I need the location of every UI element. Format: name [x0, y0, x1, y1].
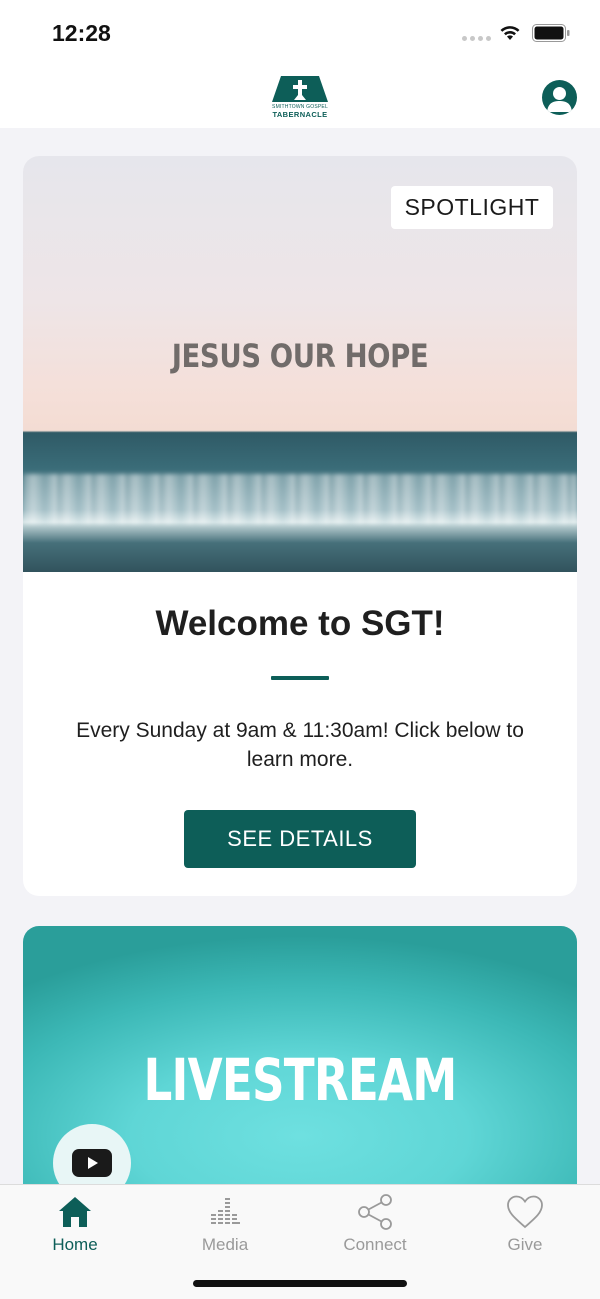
spotlight-image: JESUS OUR HOPE SPOTLIGHT [23, 156, 577, 572]
spotlight-description: Every Sunday at 9am & 11:30am! Click bel… [76, 719, 524, 771]
home-icon [57, 1193, 93, 1231]
ocean-waves [23, 474, 577, 524]
see-details-button[interactable]: SEE DETAILS [184, 810, 416, 868]
spotlight-image-headline: JESUS OUR HOPE [171, 337, 429, 375]
heart-icon [506, 1193, 544, 1231]
share-icon [356, 1193, 394, 1231]
tab-home[interactable]: Home [0, 1185, 150, 1265]
tabernacle-logo-icon [272, 76, 328, 102]
logo-line-2: TABERNACLE [272, 110, 328, 119]
livestream-card[interactable]: LIVESTREAM [23, 926, 577, 1226]
tab-label-media: Media [201, 1235, 249, 1254]
tab-label-give: Give [507, 1235, 543, 1254]
profile-button[interactable] [542, 80, 577, 115]
equalizer-icon [209, 1193, 241, 1231]
spotlight-badge: SPOTLIGHT [391, 186, 553, 229]
wifi-icon [500, 26, 520, 40]
church-logo[interactable]: SMITHTOWN GOSPEL TABERNACLE [271, 74, 329, 119]
tab-label-home: Home [52, 1235, 98, 1254]
app-header: SMITHTOWN GOSPEL TABERNACLE [0, 64, 600, 128]
youtube-icon [72, 1149, 112, 1177]
tab-label-connect: Connect [343, 1235, 407, 1254]
status-bar: 12:28 [0, 0, 600, 64]
tab-bar: Home Media Connect Give [0, 1184, 600, 1299]
home-indicator[interactable] [193, 1280, 407, 1287]
spotlight-card[interactable]: JESUS OUR HOPE SPOTLIGHT Welcome to SGT!… [23, 156, 577, 896]
tab-connect[interactable]: Connect [300, 1185, 450, 1265]
person-icon [547, 87, 572, 112]
cellular-signal-icon [462, 36, 491, 41]
status-time: 12:28 [52, 20, 111, 46]
livestream-title: LIVESTREAM [143, 1046, 458, 1114]
tab-give[interactable]: Give [450, 1185, 600, 1265]
tab-media[interactable]: Media [150, 1185, 300, 1265]
spotlight-title: Welcome to SGT! [155, 604, 445, 643]
battery-icon [532, 24, 570, 42]
title-divider [271, 676, 329, 680]
